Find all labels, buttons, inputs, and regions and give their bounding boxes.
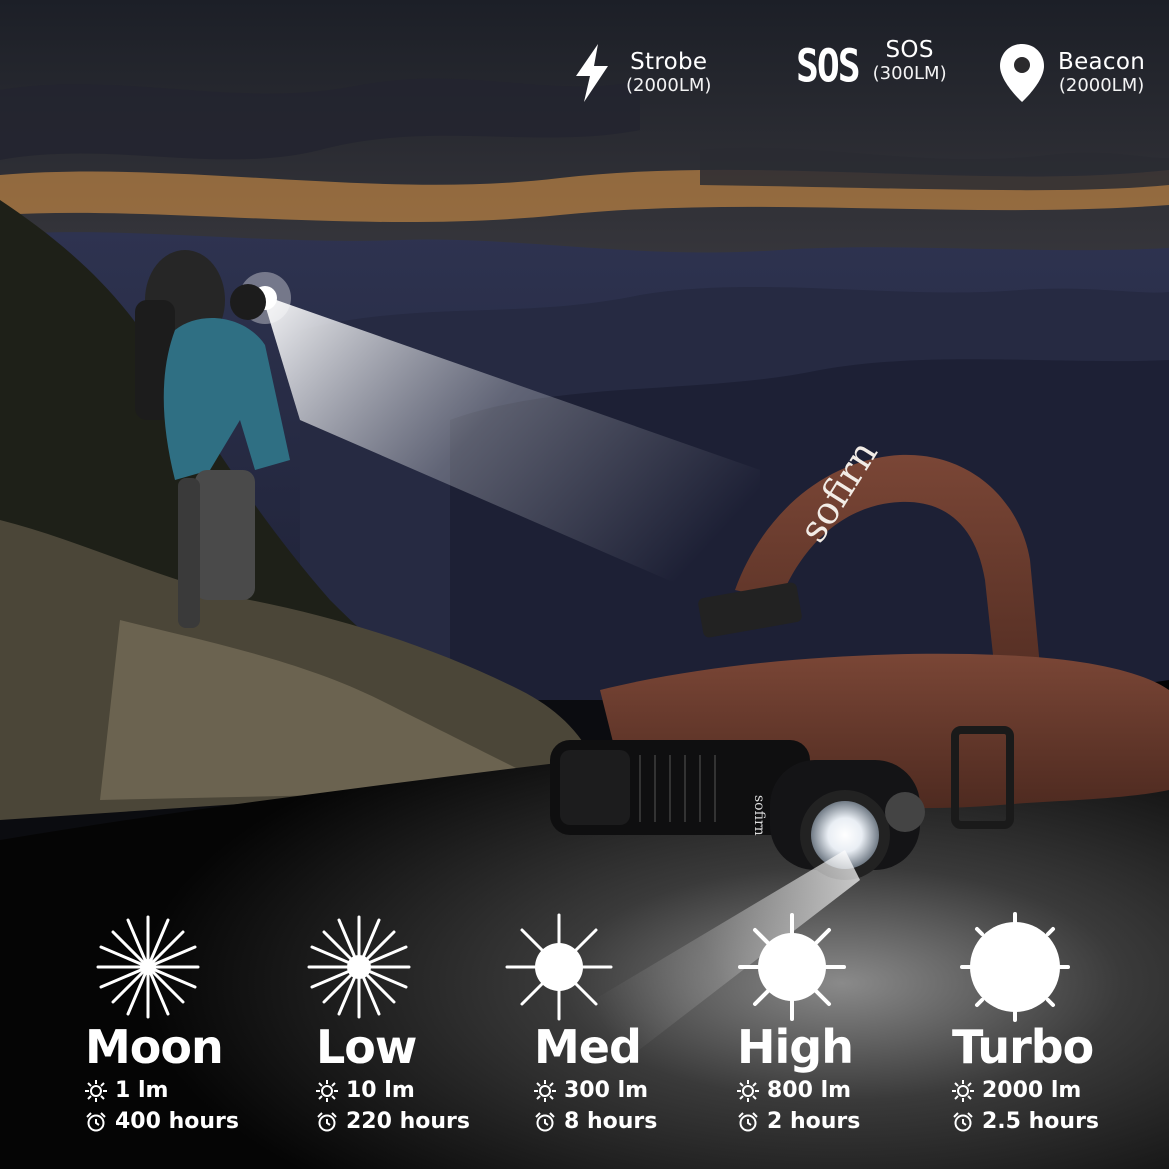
level-turbo-runtime: 2.5 hours — [982, 1109, 1100, 1134]
level-moon-name: Moon — [85, 1020, 224, 1074]
sos-text-icon: SOS — [796, 39, 861, 93]
level-med-runtime-row: 8 hours — [534, 1109, 657, 1134]
mode-sos: SOS SOS (300LM) — [796, 37, 947, 92]
alarm-clock-icon — [535, 1111, 555, 1131]
lightning-bolt-icon — [576, 44, 608, 102]
level-moon-lumens-row: 1 lm — [85, 1078, 168, 1103]
brightness-icon — [737, 1079, 759, 1102]
brightness-icon — [316, 1079, 338, 1102]
alarm-clock-icon — [86, 1111, 106, 1131]
mode-sos-name: SOS — [885, 37, 934, 64]
sun-medium-core-icon — [505, 913, 613, 1021]
level-turbo-lumens: 2000 lm — [982, 1078, 1082, 1103]
level-med-lumens: 300 lm — [564, 1078, 649, 1103]
torch-brand-text: sofirn — [751, 795, 767, 836]
level-low-name: Low — [316, 1020, 417, 1074]
level-med-name: Med — [534, 1020, 642, 1074]
mode-sos-output: (300LM) — [872, 62, 947, 84]
level-turbo-name: Turbo — [952, 1020, 1094, 1074]
alarm-clock-icon — [953, 1111, 973, 1131]
mode-strobe-name: Strobe — [630, 49, 708, 76]
level-high-lumens-row: 800 lm — [737, 1078, 851, 1103]
level-med-lumens-row: 300 lm — [534, 1078, 648, 1103]
level-low-lumens: 10 lm — [346, 1078, 415, 1103]
level-high-runtime: 2 hours — [767, 1109, 861, 1134]
level-low-runtime: 220 hours — [346, 1109, 470, 1134]
map-pin-icon — [1000, 44, 1044, 102]
level-high-lumens: 800 lm — [767, 1078, 852, 1103]
level-high-runtime-row: 2 hours — [737, 1109, 860, 1134]
mode-beacon-name: Beacon — [1058, 49, 1146, 76]
sun-thin-rays-icon — [96, 915, 200, 1019]
sun-full-disc-icon — [960, 912, 1070, 1022]
level-high-name: High — [737, 1020, 854, 1074]
level-med-runtime: 8 hours — [564, 1109, 658, 1134]
sun-large-core-icon — [738, 913, 846, 1021]
level-turbo-lumens-row: 2000 lm — [952, 1078, 1081, 1103]
brightness-icon — [85, 1079, 107, 1102]
level-moon-runtime-row: 400 hours — [85, 1109, 239, 1134]
level-low-runtime-row: 220 hours — [316, 1109, 470, 1134]
mode-strobe-output: (2000LM) — [626, 74, 712, 96]
level-moon-runtime: 400 hours — [115, 1109, 239, 1134]
level-turbo-runtime-row: 2.5 hours — [952, 1109, 1099, 1134]
level-moon-lumens: 1 lm — [115, 1078, 169, 1103]
mode-beacon: Beacon (2000LM) — [1000, 44, 1145, 102]
sun-small-core-icon — [307, 915, 411, 1019]
mode-beacon-output: (2000LM) — [1058, 74, 1145, 96]
product-banner: sofirn sofirn Strobe (2000LM) SOS SOS (3… — [0, 0, 1169, 1169]
brightness-icon — [534, 1079, 556, 1102]
mode-strobe: Strobe (2000LM) — [572, 44, 711, 102]
level-low-lumens-row: 10 lm — [316, 1078, 415, 1103]
alarm-clock-icon — [738, 1111, 758, 1131]
brightness-icon — [952, 1079, 974, 1102]
alarm-clock-icon — [317, 1111, 337, 1131]
